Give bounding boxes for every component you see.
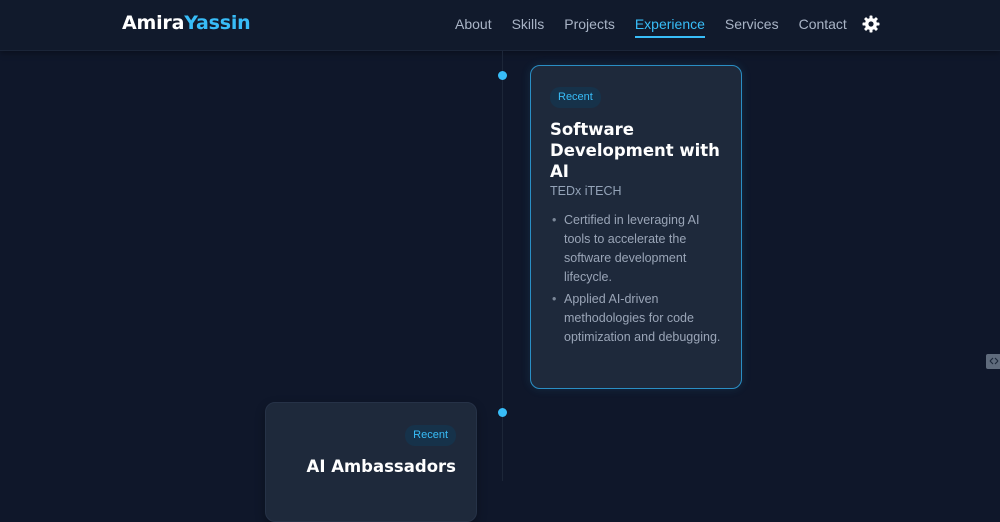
nav-link-about[interactable]: About (455, 16, 492, 38)
brand-last-name: Yassin (184, 12, 251, 34)
nav-link-projects[interactable]: Projects (564, 16, 615, 38)
experience-bullets: Certified in leveraging AI tools to acce… (550, 211, 726, 350)
side-widget-button[interactable] (986, 354, 1000, 369)
nav-link-skills[interactable]: Skills (512, 16, 545, 38)
experience-bullet: Applied AI-driven methodologies for code… (550, 290, 726, 347)
experience-bullet: Certified in leveraging AI tools to acce… (550, 211, 726, 287)
brand-logo[interactable]: AmiraYassin (122, 12, 251, 34)
navbar: AmiraYassin About Skills Projects Experi… (0, 0, 1000, 51)
nav-link-contact[interactable]: Contact (799, 16, 847, 38)
experience-title: Software Development with AI (550, 120, 720, 181)
recent-badge: Recent (550, 87, 601, 108)
brand-first-name: Amira (122, 12, 185, 34)
nav-link-experience[interactable]: Experience (634, 16, 705, 38)
nav-links: About Skills Projects Experience Service… (455, 16, 867, 38)
nav-link-services[interactable]: Services (725, 16, 779, 38)
timeline-dot (498, 408, 507, 417)
experience-card: Recent AI Ambassadors (265, 402, 477, 522)
theme-toggle-button[interactable] (861, 14, 881, 34)
gear-icon (862, 15, 880, 33)
widget-icon (989, 357, 999, 365)
timeline-dot (498, 71, 507, 80)
experience-card: Recent Software Development with AI TEDx… (530, 65, 742, 389)
experience-title: AI Ambassadors (306, 457, 456, 476)
recent-badge: Recent (405, 425, 456, 446)
experience-organization: TEDx iTECH (550, 184, 622, 198)
